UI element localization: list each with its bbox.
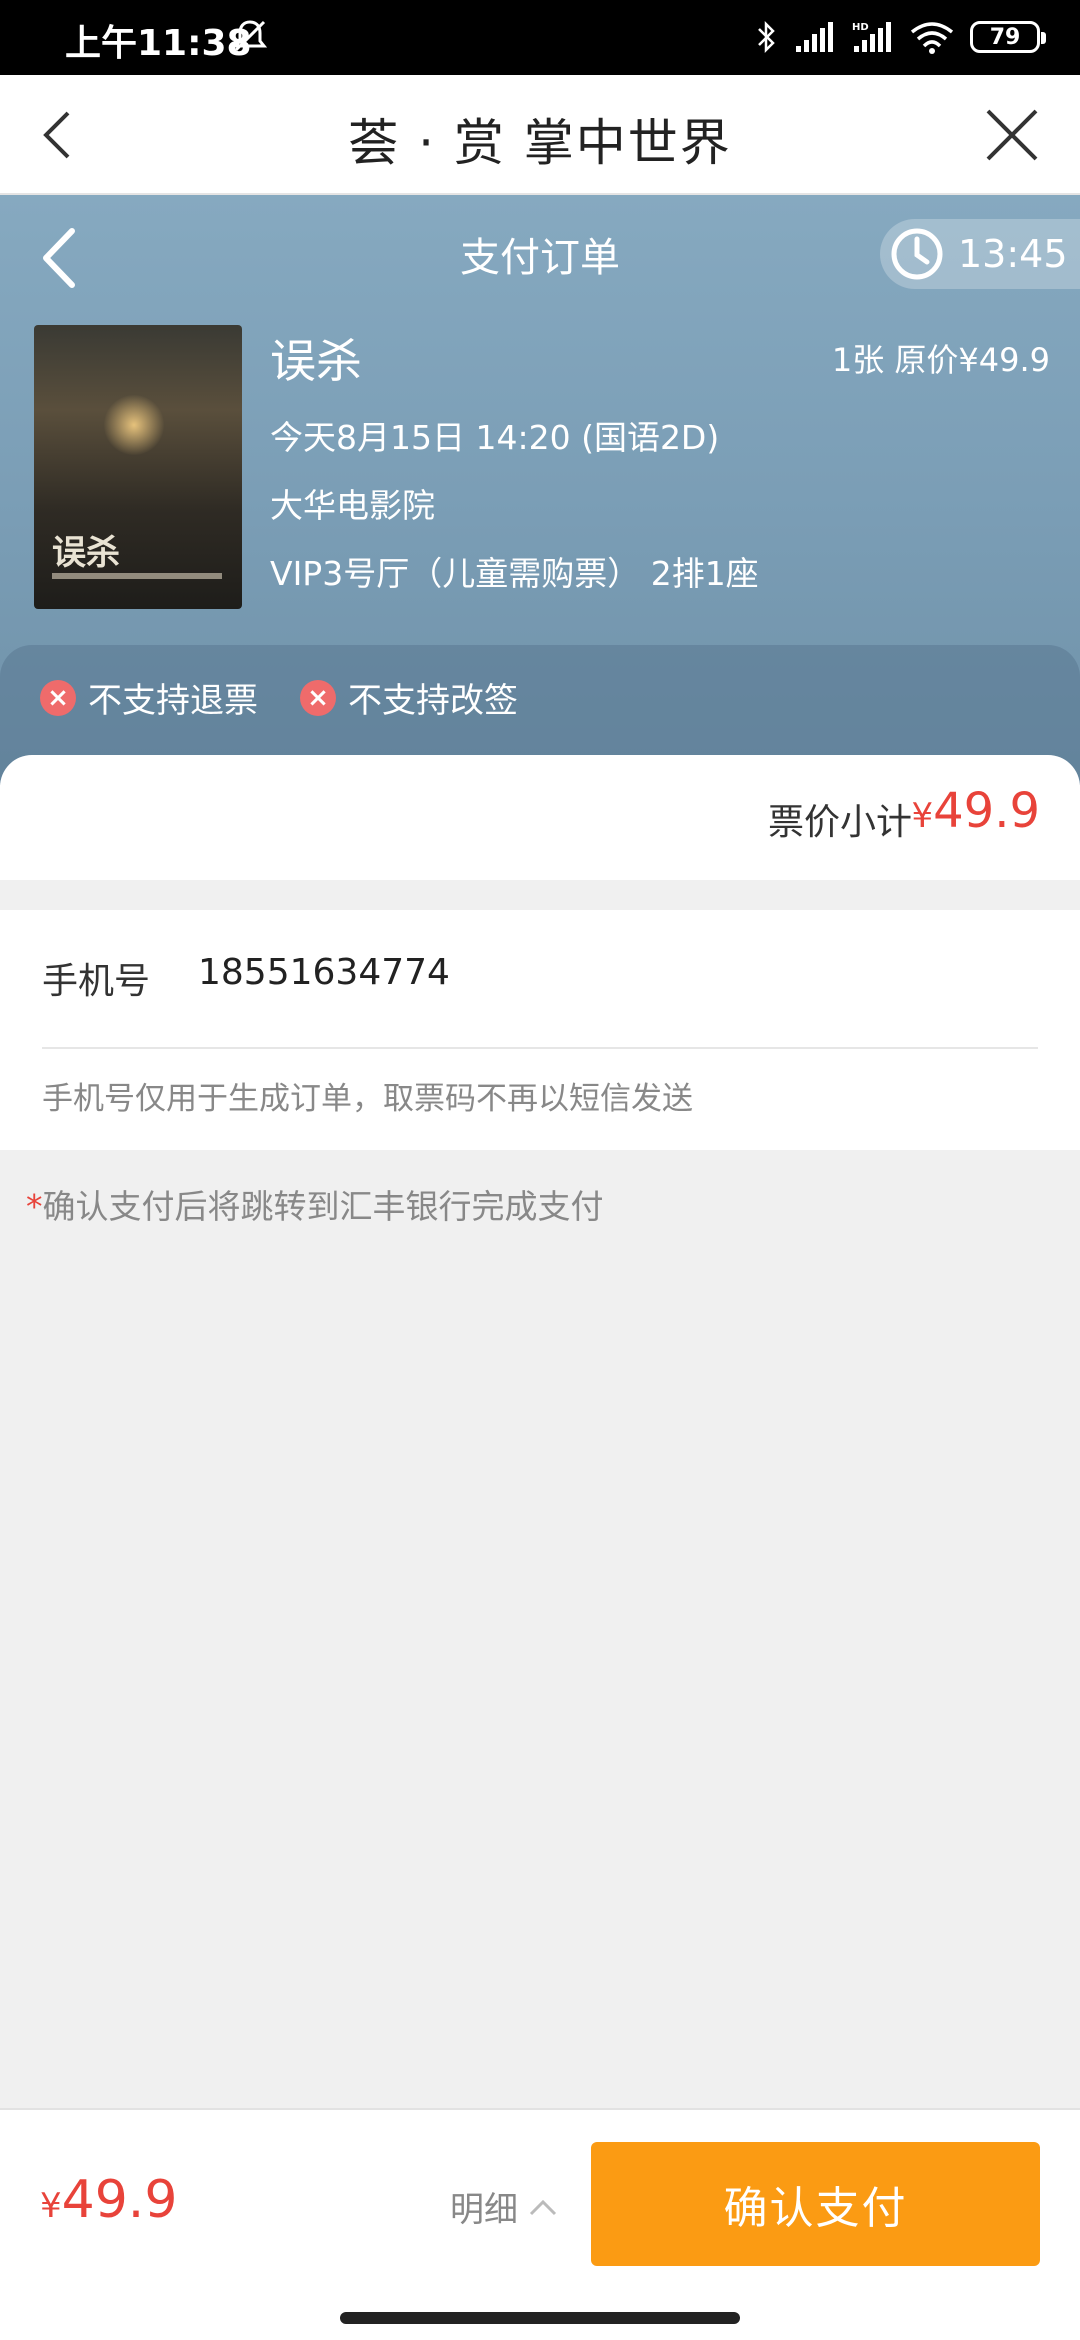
cross-icon: × — [300, 679, 336, 716]
phone-label: 手机号 — [42, 961, 151, 1002]
clock-icon — [891, 228, 943, 280]
bottom-bar: ¥49.9 明细 确认支付 — [0, 2108, 1080, 2340]
policy-label: 不支持退票 — [88, 681, 258, 721]
status-time: 上午11:38 — [65, 23, 252, 64]
poster-subtitle-bar — [52, 573, 222, 579]
detail-label: 明细 — [450, 2190, 518, 2230]
app-header: 荟 · 赏 掌中世界 — [0, 75, 1080, 195]
status-bar: 上午11:38 HD 79 — [0, 0, 1080, 75]
poster-title: 误杀 — [52, 533, 120, 573]
bluetooth-icon — [758, 20, 775, 54]
subtotal-amount: ¥49.9 — [911, 783, 1040, 839]
poster-lamp — [104, 395, 164, 455]
policy-label: 不支持改签 — [348, 681, 518, 721]
svg-text:HD: HD — [852, 22, 869, 33]
showtime: 今天8月15日 14:20 (国语2D) — [270, 418, 720, 457]
status-icons: HD 79 — [756, 14, 1046, 60]
detail-toggle[interactable]: 明细 — [450, 2182, 558, 2231]
mute-icon — [232, 20, 268, 52]
signal-icon — [796, 22, 833, 52]
payment-note-text: 确认支付后将跳转到汇丰银行完成支付 — [42, 1187, 604, 1226]
total-amount: ¥49.9 — [40, 2170, 177, 2230]
required-star: * — [26, 1187, 43, 1226]
payment-note: *确认支付后将跳转到汇丰银行完成支付 — [26, 1180, 604, 1228]
movie-info: 误杀 1张 原价¥49.9 今天8月15日 14:20 (国语2D) 大华电影院… — [270, 325, 1050, 595]
home-indicator[interactable] — [340, 2312, 740, 2324]
phone-section: 手机号 18551634774 手机号仅用于生成订单，取票码不再以短信发送 — [0, 910, 1080, 1150]
chevron-up-icon — [529, 2199, 557, 2215]
divider — [42, 1047, 1038, 1049]
confirm-pay-button[interactable]: 确认支付 — [591, 2142, 1040, 2266]
timer-value: 13:45 — [958, 232, 1068, 276]
policy-no-change: × 不支持改签 — [300, 673, 518, 722]
ticket-qty-price: 1张 原价¥49.9 — [831, 341, 1050, 379]
subtotal-label: 票价小计 — [767, 802, 912, 843]
close-icon[interactable] — [982, 105, 1042, 165]
total-value: 49.9 — [61, 2170, 178, 2230]
subtotal-value: 49.9 — [933, 783, 1040, 839]
movie-poster: 误杀 — [34, 325, 242, 609]
battery-icon: 79 — [970, 21, 1046, 53]
currency-symbol: ¥ — [911, 796, 934, 836]
hd-signal-icon: HD — [852, 22, 891, 52]
cinema-name: 大华电影院 — [270, 486, 435, 525]
hall-seat: VIP3号厅（儿童需购票） 2排1座 — [270, 554, 759, 593]
wifi-icon — [910, 22, 954, 54]
order-header: 支付订单 13:45 误杀 误杀 1张 原价¥49.9 今天8月15日 14:2… — [0, 195, 1080, 785]
cross-icon: × — [40, 679, 76, 716]
currency-symbol: ¥ — [40, 2186, 62, 2226]
payment-timer: 13:45 — [880, 219, 1080, 289]
policy-no-refund: × 不支持退票 — [40, 673, 258, 722]
battery-level: 79 — [989, 24, 1021, 50]
subtotal-card: 票价小计 ¥49.9 — [0, 755, 1080, 880]
phone-note: 手机号仅用于生成订单，取票码不再以短信发送 — [42, 1081, 693, 1117]
app-title: 荟 · 赏 掌中世界 — [348, 114, 732, 172]
phone-number[interactable]: 18551634774 — [198, 952, 450, 993]
